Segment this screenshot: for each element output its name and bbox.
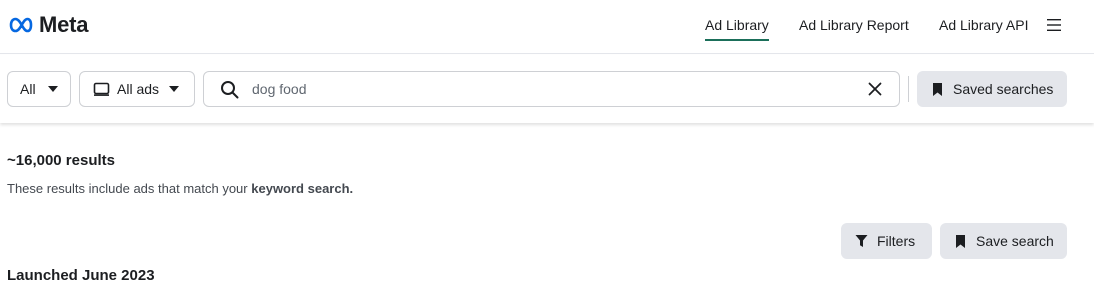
saved-searches-button[interactable]: Saved searches (917, 71, 1067, 107)
bookmark-icon (933, 82, 942, 96)
meta-infinity-icon (9, 17, 33, 33)
filters-label: Filters (877, 233, 916, 249)
bookmark-icon (956, 234, 965, 248)
nav-ad-library[interactable]: Ad Library (705, 17, 769, 41)
saved-searches-label: Saved searches (953, 81, 1054, 97)
search-icon (221, 81, 239, 99)
search-box (203, 71, 900, 107)
ad-type-select[interactable]: All ads (79, 71, 195, 107)
close-icon[interactable] (868, 82, 882, 96)
logo-text: Meta (39, 12, 89, 37)
country-select-value: All (20, 81, 36, 97)
country-select[interactable]: All (7, 71, 71, 107)
search-toolbar: All All ads Saved searches (0, 55, 1094, 123)
meta-logo[interactable]: Meta (7, 12, 89, 38)
section-title: Launched June 2023 (7, 267, 155, 284)
search-input[interactable] (252, 81, 842, 97)
toolbar-divider (908, 76, 909, 102)
save-search-label: Save search (976, 233, 1054, 249)
results-description-text: These results include ads that match you… (7, 181, 248, 196)
hamburger-icon[interactable] (1046, 18, 1062, 32)
results-description-keyword: keyword search. (251, 181, 354, 196)
ad-type-select-value: All ads (117, 81, 160, 97)
nav-ad-library-report[interactable]: Ad Library Report (799, 17, 909, 33)
funnel-icon (855, 235, 868, 247)
save-search-button[interactable]: Save search (940, 223, 1067, 259)
chevron-down-icon (169, 86, 180, 92)
chevron-down-icon (47, 86, 58, 92)
filters-button[interactable]: Filters (841, 223, 932, 259)
nav-ad-library-api[interactable]: Ad Library API (939, 17, 1029, 33)
device-icon (93, 82, 110, 96)
results-description: These results include ads that match you… (7, 181, 353, 196)
top-header: Meta Ad Library Ad Library Report Ad Lib… (0, 0, 1094, 54)
results-count: ~16,000 results (7, 152, 115, 169)
